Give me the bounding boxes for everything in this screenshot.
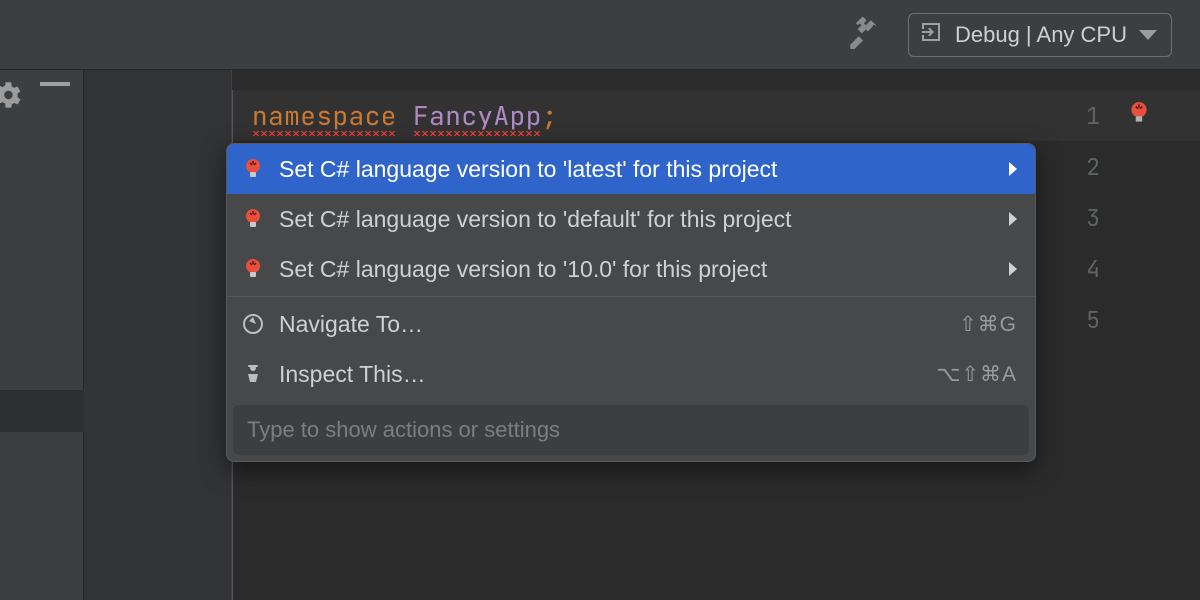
intention-item-navigate-to[interactable]: Navigate To… ⇧⌘G bbox=[227, 299, 1035, 349]
code-editor[interactable]: 1 namespace FancyApp; 2 3 4 5 Set C# lan… bbox=[84, 70, 1200, 600]
intention-item-label: Inspect This… bbox=[279, 361, 936, 388]
build-config-label: Debug | Any CPU bbox=[955, 22, 1127, 48]
build-config-selector[interactable]: Debug | Any CPU bbox=[908, 13, 1172, 57]
submenu-arrow-icon bbox=[1009, 262, 1017, 276]
intention-item-label: Navigate To… bbox=[279, 311, 959, 338]
popup-search-field[interactable]: Type to show actions or settings bbox=[233, 405, 1029, 455]
intention-item-set-lang-latest[interactable]: Set C# language version to 'latest' for … bbox=[227, 144, 1035, 194]
run-config-icon bbox=[919, 20, 943, 49]
keyword-namespace: namespace bbox=[252, 98, 397, 136]
intention-item-label: Set C# language version to '10.0' for th… bbox=[279, 256, 1009, 283]
shortcut-hint: ⌥⇧⌘A bbox=[936, 362, 1017, 387]
line-number: 5 bbox=[1080, 305, 1100, 335]
line-number: 2 bbox=[1080, 152, 1100, 182]
minimize-icon[interactable] bbox=[40, 82, 70, 86]
bulb-icon bbox=[239, 155, 267, 183]
line-number: 4 bbox=[1080, 254, 1100, 284]
shortcut-hint: ⇧⌘G bbox=[959, 312, 1017, 337]
intention-item-label: Set C# language version to 'latest' for … bbox=[279, 156, 1009, 183]
hammer-icon[interactable] bbox=[846, 15, 880, 54]
main-toolbar: Debug | Any CPU bbox=[0, 0, 1200, 70]
tool-window-strip bbox=[0, 70, 84, 600]
intention-item-label: Set C# language version to 'default' for… bbox=[279, 206, 1009, 233]
compass-icon bbox=[239, 310, 267, 338]
tool-window-tab-selected[interactable] bbox=[0, 390, 84, 432]
dropdown-arrow-icon bbox=[1139, 30, 1157, 40]
submenu-arrow-icon bbox=[1009, 212, 1017, 226]
type-name: FancyApp bbox=[413, 98, 542, 136]
code-line: 1 namespace FancyApp; bbox=[84, 90, 1200, 141]
gear-icon[interactable] bbox=[0, 78, 24, 117]
intention-item-set-lang-default[interactable]: Set C# language version to 'default' for… bbox=[227, 194, 1035, 244]
bulb-icon[interactable] bbox=[1126, 100, 1152, 131]
code-text: namespace FancyApp; bbox=[252, 98, 558, 133]
line-number: 3 bbox=[1080, 203, 1100, 233]
semicolon: ; bbox=[542, 98, 558, 133]
submenu-arrow-icon bbox=[1009, 162, 1017, 176]
intention-item-inspect-this[interactable]: Inspect This… ⌥⇧⌘A bbox=[227, 349, 1035, 399]
popup-separator bbox=[227, 296, 1035, 297]
bulb-icon bbox=[239, 205, 267, 233]
intention-actions-popup: Set C# language version to 'latest' for … bbox=[226, 143, 1036, 462]
inspector-icon bbox=[239, 360, 267, 388]
intention-item-set-lang-10[interactable]: Set C# language version to '10.0' for th… bbox=[227, 244, 1035, 294]
line-number: 1 bbox=[1080, 101, 1100, 131]
bulb-icon bbox=[239, 255, 267, 283]
